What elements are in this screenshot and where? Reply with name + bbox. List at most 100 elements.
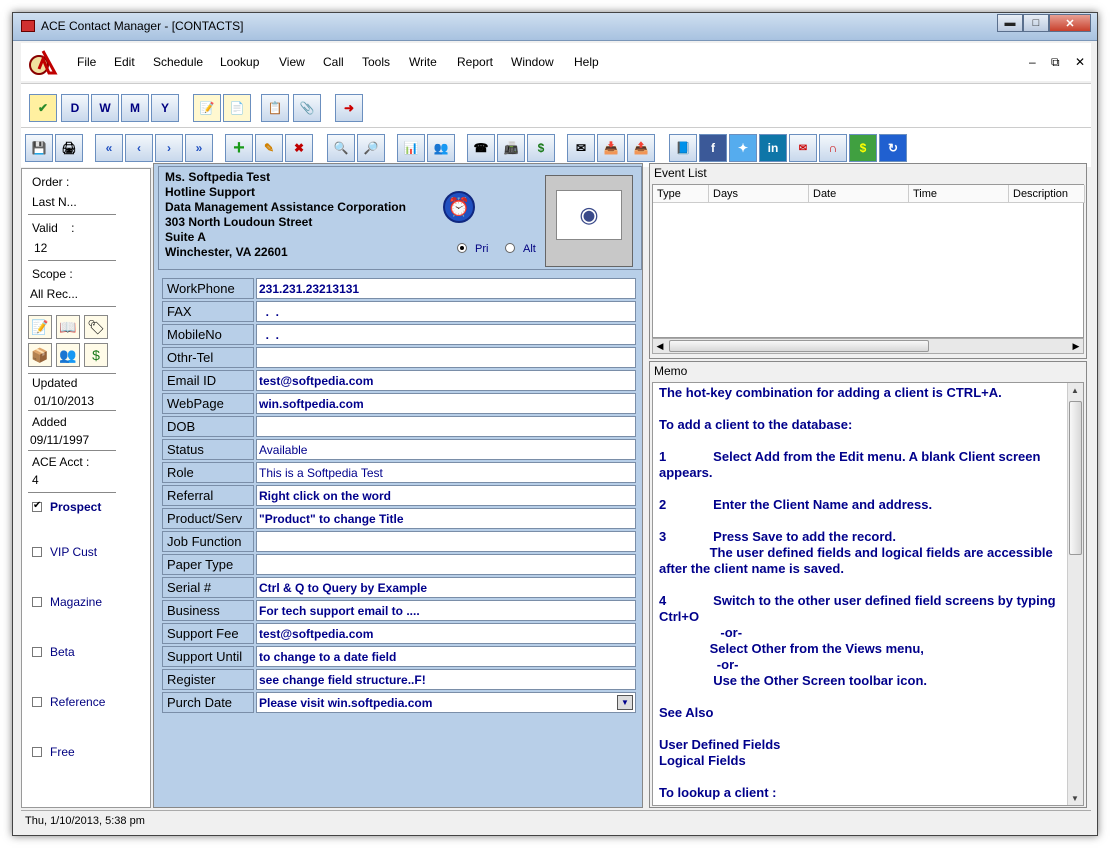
field-serial[interactable]: Ctrl & Q to Query by Example xyxy=(256,577,636,598)
calendar-week-icon[interactable]: W xyxy=(91,94,119,122)
menu-lookup[interactable]: Lookup xyxy=(220,55,259,69)
check-prospect[interactable]: Prospect xyxy=(32,500,101,514)
check-vip-cust[interactable]: VIP Cust xyxy=(32,545,97,559)
box-icon[interactable]: 📦 xyxy=(28,343,52,367)
first-icon[interactable]: « xyxy=(95,134,123,162)
save-icon[interactable]: 💾 xyxy=(25,134,53,162)
delete-icon[interactable]: ✖ xyxy=(285,134,313,162)
menu-call[interactable]: Call xyxy=(323,55,344,69)
event-table[interactable]: Type Days Date Time Description xyxy=(652,184,1085,338)
event-hscroll-thumb[interactable] xyxy=(669,340,929,352)
gmail-icon[interactable]: ✉ xyxy=(789,134,817,162)
edit-icon[interactable]: ✎ xyxy=(255,134,283,162)
mdi-close-icon[interactable]: ✕ xyxy=(1075,55,1085,69)
copy-icon[interactable]: 📋 xyxy=(261,94,289,122)
field-email[interactable]: test@softpedia.com xyxy=(256,370,636,391)
contacts-icon[interactable]: 👥 xyxy=(427,134,455,162)
attach-icon[interactable]: 📎 xyxy=(293,94,321,122)
menu-window[interactable]: Window xyxy=(511,55,554,69)
field-role[interactable]: This is a Softpedia Test xyxy=(256,462,636,483)
calendar-year-icon[interactable]: Y xyxy=(151,94,179,122)
field-status[interactable]: Available xyxy=(256,439,636,460)
next-icon[interactable]: › xyxy=(155,134,183,162)
alarm-clock-icon[interactable]: ⏰ xyxy=(443,191,475,223)
refresh-icon[interactable]: ↻ xyxy=(879,134,907,162)
money-icon[interactable]: $ xyxy=(849,134,877,162)
checkbox-prospect[interactable] xyxy=(32,500,42,512)
field-product-serv[interactable]: "Product" to change Title xyxy=(256,508,636,529)
memo-textarea[interactable]: The hot-key combination for adding a cli… xyxy=(652,382,1084,806)
checkbox-beta[interactable] xyxy=(32,647,42,657)
notepad-icon[interactable]: 📝 xyxy=(193,94,221,122)
previous-icon[interactable]: ‹ xyxy=(125,134,153,162)
facebook-icon[interactable]: f xyxy=(699,134,727,162)
query-icon[interactable]: 🔎 xyxy=(357,134,385,162)
scroll-left-icon[interactable]: ◀ xyxy=(653,339,667,353)
field-paper-type[interactable] xyxy=(256,554,636,575)
title-bar[interactable]: ACE Contact Manager - [CONTACTS] ▬ □ ✕ xyxy=(13,13,1097,41)
exit-icon[interactable]: ➜ xyxy=(335,94,363,122)
col-date[interactable]: Date xyxy=(809,185,909,203)
radio-alternate[interactable]: Alt xyxy=(505,243,536,255)
field-register[interactable]: see change field structure..F! xyxy=(256,669,636,690)
last-icon[interactable]: » xyxy=(185,134,213,162)
close-button[interactable]: ✕ xyxy=(1049,14,1091,32)
contact-photo[interactable]: ◉ xyxy=(545,175,633,267)
mdi-minimize-icon[interactable]: – xyxy=(1029,55,1036,69)
memo-vscrollbar[interactable]: ▲ ▼ xyxy=(1067,383,1083,805)
radio-primary-dot[interactable] xyxy=(457,243,467,253)
binoculars-icon[interactable]: 🔍 xyxy=(327,134,355,162)
menu-tools[interactable]: Tools xyxy=(362,55,390,69)
dollar-icon[interactable]: $ xyxy=(527,134,555,162)
book-open-icon[interactable]: 📖 xyxy=(56,315,80,339)
calendar-month-icon[interactable]: M xyxy=(121,94,149,122)
event-hscrollbar[interactable]: ◀ ▶ xyxy=(652,338,1084,354)
twitter-icon[interactable]: ✦ xyxy=(729,134,757,162)
field-webpage[interactable]: win.softpedia.com xyxy=(256,393,636,414)
check-reference[interactable]: Reference xyxy=(32,695,105,709)
menu-write[interactable]: Write xyxy=(409,55,437,69)
maximize-button[interactable]: □ xyxy=(1023,14,1049,32)
minimize-button[interactable]: ▬ xyxy=(997,14,1023,32)
checkbox-reference[interactable] xyxy=(32,697,42,707)
field-job-function[interactable] xyxy=(256,531,636,552)
field-mobile[interactable]: . . xyxy=(256,324,636,345)
scroll-down-icon[interactable]: ▼ xyxy=(1068,791,1082,805)
field-referral[interactable]: Right click on the word xyxy=(256,485,636,506)
radio-alternate-dot[interactable] xyxy=(505,243,515,253)
order-value[interactable]: Last N... xyxy=(32,195,77,209)
field-fax[interactable]: . . xyxy=(256,301,636,322)
check-free[interactable]: Free xyxy=(32,745,75,759)
field-workphone[interactable]: 231.231.23213131 xyxy=(256,278,636,299)
col-days[interactable]: Days xyxy=(709,185,809,203)
report-icon[interactable]: 📊 xyxy=(397,134,425,162)
field-purch-date[interactable]: Please visit win.softpedia.com ▼ xyxy=(256,692,636,713)
checkmark-icon[interactable]: ✔ xyxy=(29,94,57,122)
field-business[interactable]: For tech support email to .... xyxy=(256,600,636,621)
checkbox-magazine[interactable] xyxy=(32,597,42,607)
address-block[interactable]: Ms. Softpedia Test Hotline Support Data … xyxy=(158,166,642,270)
scroll-right-icon[interactable]: ▶ xyxy=(1069,339,1083,353)
people-icon[interactable]: 👥 xyxy=(56,343,80,367)
notes-pad-icon[interactable]: 📝 xyxy=(28,315,52,339)
outbox-icon[interactable]: 📤 xyxy=(627,134,655,162)
dollar-small-icon[interactable]: $ xyxy=(84,343,108,367)
field-dob[interactable] xyxy=(256,416,636,437)
radio-primary[interactable]: Pri xyxy=(457,243,488,255)
book-icon[interactable]: 📘 xyxy=(669,134,697,162)
col-description[interactable]: Description xyxy=(1009,185,1085,203)
field-other-tel[interactable] xyxy=(256,347,636,368)
phone-icon[interactable]: ☎ xyxy=(467,134,495,162)
memo-vscroll-thumb[interactable] xyxy=(1069,401,1082,555)
field-support-until[interactable]: to change to a date field xyxy=(256,646,636,667)
menu-edit[interactable]: Edit xyxy=(114,55,135,69)
magnet-icon[interactable]: ∩ xyxy=(819,134,847,162)
mail-icon[interactable]: ✉ xyxy=(567,134,595,162)
mdi-restore-icon[interactable]: ⧉ xyxy=(1051,55,1060,69)
app-icon[interactable] xyxy=(21,20,35,32)
inbox-icon[interactable]: 📥 xyxy=(597,134,625,162)
menu-report[interactable]: Report xyxy=(457,55,493,69)
linkedin-icon[interactable]: in xyxy=(759,134,787,162)
dropdown-arrow-icon[interactable]: ▼ xyxy=(617,695,633,710)
col-type[interactable]: Type xyxy=(653,185,709,203)
